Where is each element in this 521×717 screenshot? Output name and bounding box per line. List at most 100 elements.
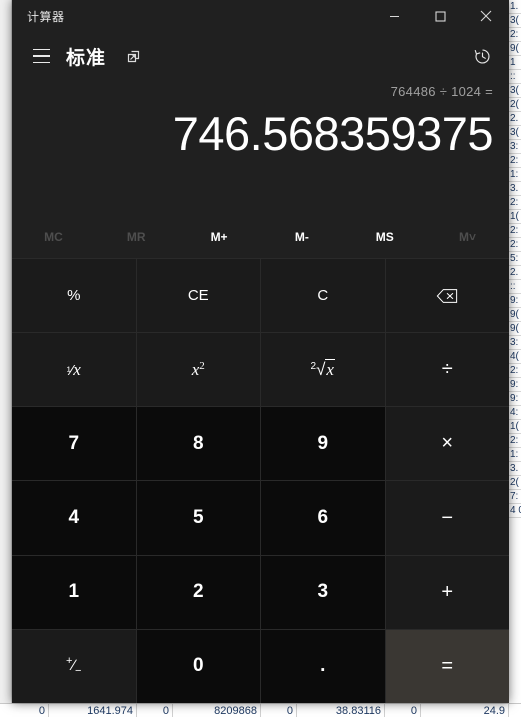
- key-zero[interactable]: 0: [136, 629, 260, 703]
- key-add[interactable]: +: [385, 555, 509, 629]
- key-divide[interactable]: ÷: [385, 333, 509, 407]
- minimize-button[interactable]: [371, 0, 417, 32]
- key-backspace[interactable]: [385, 259, 509, 333]
- key-clear-entry[interactable]: CE: [136, 259, 260, 333]
- key-six[interactable]: 6: [261, 481, 385, 555]
- navigation-menu-button[interactable]: [22, 38, 60, 74]
- spreadsheet-cell: 2:: [509, 196, 521, 210]
- spreadsheet-cell: 2(: [509, 476, 521, 490]
- maximize-button[interactable]: [417, 0, 463, 32]
- key-label: 4: [68, 507, 80, 529]
- key-five[interactable]: 5: [136, 481, 260, 555]
- spreadsheet-cell: 2:: [509, 434, 521, 448]
- spreadsheet-cell: 0: [137, 703, 173, 717]
- spreadsheet-cell: 3:: [509, 336, 521, 350]
- mode-bar: 标准: [12, 32, 509, 80]
- keep-on-top-icon: [127, 50, 139, 62]
- memory-button-mc: MC: [12, 216, 95, 258]
- key-multiply[interactable]: ×: [385, 407, 509, 481]
- key-three[interactable]: 3: [261, 555, 385, 629]
- spreadsheet-cell: 0: [385, 703, 421, 717]
- memory-button-label: M-: [294, 230, 309, 244]
- key-clear[interactable]: C: [261, 259, 385, 333]
- key-seven[interactable]: 7: [12, 407, 136, 481]
- history-icon: [474, 48, 490, 64]
- spreadsheet-cell: 8209868: [173, 703, 261, 717]
- key-one[interactable]: 1: [12, 555, 136, 629]
- spreadsheet-cell: 2:: [509, 224, 521, 238]
- memory-button-ms[interactable]: MS: [343, 216, 426, 258]
- spreadsheet-cell: 3(: [509, 14, 521, 28]
- key-label: .: [320, 655, 326, 677]
- keep-on-top-button[interactable]: [119, 42, 147, 70]
- expression-text: 764486 ÷ 1024 =: [390, 84, 493, 99]
- spreadsheet-cell: 0: [13, 703, 49, 717]
- spreadsheet-cell: 4:: [509, 406, 521, 420]
- key-label: x2: [191, 359, 205, 379]
- key-label: 5: [192, 507, 204, 529]
- key-two[interactable]: 2: [136, 555, 260, 629]
- key-subtract[interactable]: −: [385, 481, 509, 555]
- close-icon: [480, 10, 492, 22]
- spreadsheet-cell: 2:: [509, 238, 521, 252]
- memory-button-label: MR: [126, 230, 146, 244]
- backspace-icon: [436, 288, 458, 303]
- key-label: 8: [192, 432, 204, 454]
- spreadsheet-cell: 1:: [509, 168, 521, 182]
- key-label: ×: [441, 432, 454, 455]
- key-label: ¹⁄x: [66, 359, 81, 379]
- key-label: 6: [317, 507, 329, 529]
- key-label: 7: [68, 432, 80, 454]
- spreadsheet-cell: 9:: [509, 392, 521, 406]
- key-label: 2: [192, 581, 204, 603]
- key-negate[interactable]: +∕−: [12, 629, 136, 703]
- key-percent[interactable]: %: [12, 259, 136, 333]
- spreadsheet-cell: 2:: [509, 28, 521, 42]
- memory-button-label: M˅: [459, 230, 477, 244]
- spreadsheet-cell: 2:: [509, 154, 521, 168]
- key-square[interactable]: x2: [136, 333, 260, 407]
- key-equals[interactable]: =: [385, 629, 509, 703]
- key-label: %: [67, 287, 81, 305]
- key-decimal[interactable]: .: [261, 629, 385, 703]
- key-label: 3: [317, 581, 329, 603]
- history-button[interactable]: [465, 39, 499, 73]
- key-four[interactable]: 4: [12, 481, 136, 555]
- calculator-window: 计算器 标准 764486 ÷ 1024 = 746.568359375 MC …: [12, 0, 509, 703]
- key-eight[interactable]: 8: [136, 407, 260, 481]
- spreadsheet-cell: 2.: [509, 266, 521, 280]
- key-square-root[interactable]: 2√x: [261, 333, 385, 407]
- key-label: CE: [187, 287, 209, 305]
- spreadsheet-cell: 4 0: [509, 504, 521, 518]
- spreadsheet-cell: 3.: [509, 462, 521, 476]
- spreadsheet-cell: 9:: [509, 294, 521, 308]
- spreadsheet-cell: 2(: [509, 98, 521, 112]
- spreadsheet-cell: 1(: [509, 210, 521, 224]
- key-label: −: [441, 506, 454, 529]
- memory-button-m-[interactable]: M-: [260, 216, 343, 258]
- spreadsheet-cell: 9(: [509, 42, 521, 56]
- key-reciprocal[interactable]: ¹⁄x: [12, 333, 136, 407]
- spreadsheet-cell: 1641.974: [49, 703, 137, 717]
- memory-button-label: MC: [44, 230, 63, 244]
- title-bar: 计算器: [12, 0, 509, 32]
- spreadsheet-cell: 9(: [509, 308, 521, 322]
- memory-button-label: MS: [375, 230, 394, 244]
- spreadsheet-row-header-strip: [0, 0, 12, 717]
- memory-button-m+[interactable]: M+: [178, 216, 261, 258]
- spreadsheet-cell: 1(: [509, 420, 521, 434]
- spreadsheet-cell: 1:: [509, 448, 521, 462]
- key-label: 9: [317, 432, 329, 454]
- key-label: C: [317, 287, 329, 305]
- hamburger-icon-line: [32, 61, 50, 64]
- memory-button-label: M+: [210, 230, 228, 244]
- screen: 1. 3(2: 9(1:: 3(2(2. 3(3: 2: 1: 3. 2: 1(2: 2: 5: 2.:…: [0, 0, 521, 717]
- spreadsheet-cell: 7:: [509, 490, 521, 504]
- mode-title: 标准: [66, 47, 107, 69]
- key-nine[interactable]: 9: [261, 407, 385, 481]
- close-button[interactable]: [463, 0, 509, 32]
- window-controls: [371, 0, 509, 32]
- spreadsheet-cell: 5:: [509, 252, 521, 266]
- memory-row: MC MR M+ M- MS M˅: [12, 216, 509, 258]
- minimize-icon: [389, 15, 399, 17]
